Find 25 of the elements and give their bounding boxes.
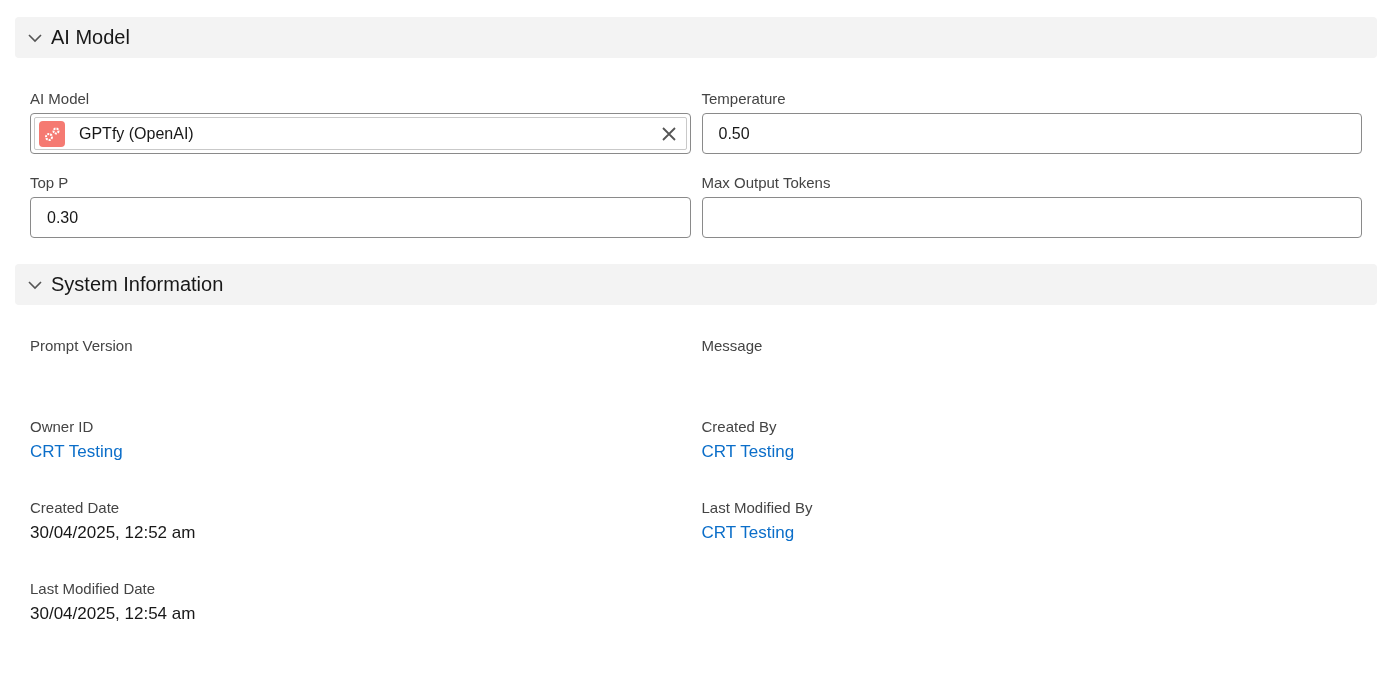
field-label: Temperature <box>701 90 787 107</box>
input-field[interactable]: 0.50 <box>701 113 1362 154</box>
section-header[interactable]: System Information <box>15 264 1377 305</box>
field-label: Max Output Tokens <box>701 174 832 191</box>
field-value: 30/04/2025, 12:52 am <box>30 523 197 543</box>
section-header[interactable]: AI Model <box>15 17 1377 58</box>
lookup-field[interactable]: GPTfy (OpenAI) <box>30 113 691 154</box>
field-value: 30/04/2025, 12:54 am <box>30 604 197 624</box>
gears-icon <box>39 120 65 147</box>
field-label: Created By <box>701 418 778 435</box>
field-label: Last Modified By <box>701 499 814 516</box>
field-label: Prompt Version <box>30 337 134 354</box>
field-label: Top P <box>30 174 70 191</box>
field-label: AI Model <box>30 90 91 107</box>
record-link[interactable]: CRT Testing <box>701 442 795 462</box>
input-field[interactable] <box>701 197 1362 238</box>
field-label: Created Date <box>30 499 121 516</box>
lookup-value: GPTfy (OpenAI) <box>79 124 195 143</box>
field-label: Message <box>701 337 764 354</box>
input-field[interactable]: 0.30 <box>30 197 691 238</box>
record-link[interactable]: CRT Testing <box>30 442 123 462</box>
field-label: Last Modified Date <box>30 580 157 597</box>
record-link[interactable]: CRT Testing <box>701 523 795 543</box>
close-icon <box>661 126 676 141</box>
field-label: Owner ID <box>30 418 95 435</box>
